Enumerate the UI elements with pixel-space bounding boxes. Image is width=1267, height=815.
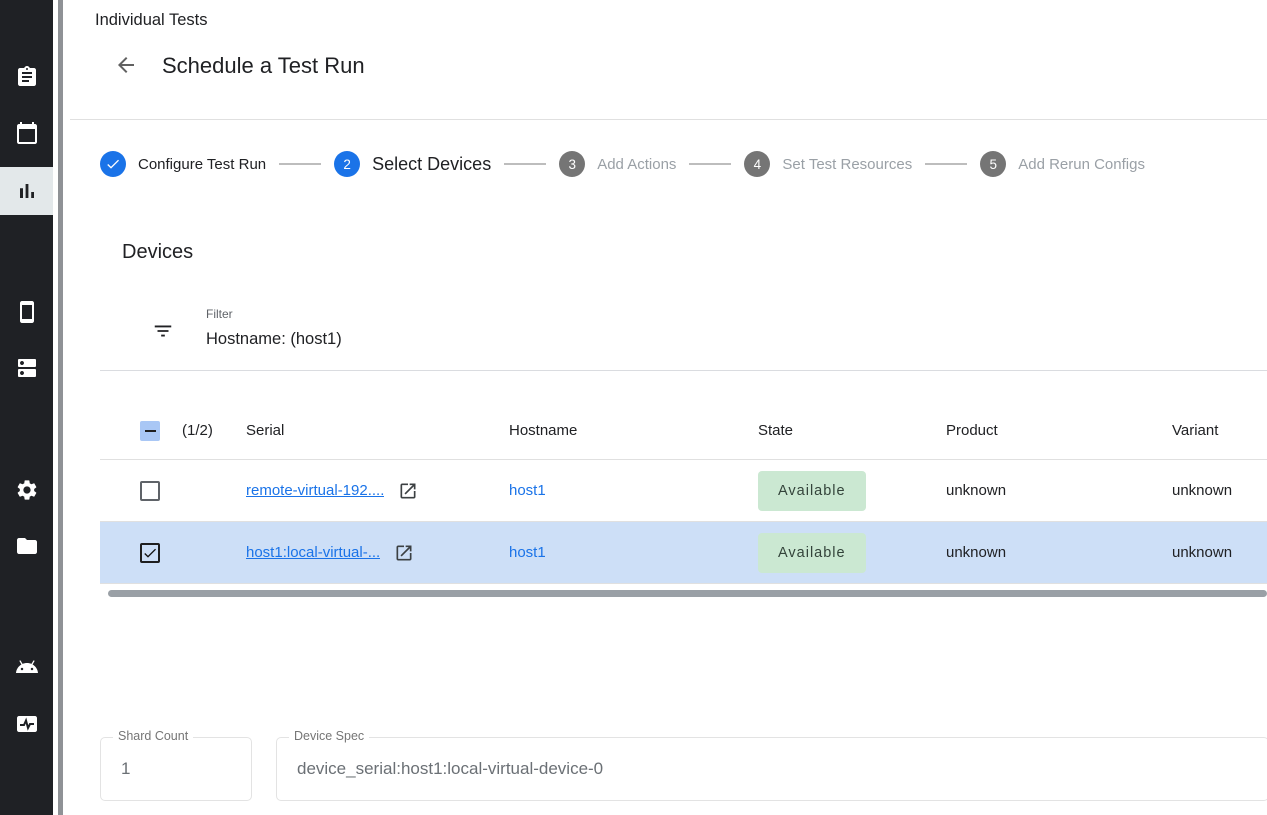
selection-count: (1/2): [182, 422, 246, 439]
stepper-step-configure-test-run[interactable]: Configure Test Run: [100, 151, 266, 177]
main-content: Individual Tests Schedule a Test Run Con…: [63, 0, 1267, 815]
calendar-icon: [15, 121, 39, 145]
filter-field-label: Filter: [206, 307, 233, 321]
device-product: unknown: [946, 482, 1172, 499]
state-badge: Available: [758, 533, 866, 573]
step-3-label: Add Actions: [597, 156, 676, 173]
select-all-checkbox[interactable]: [140, 421, 160, 441]
filter-input[interactable]: Hostname: (host1): [206, 330, 342, 349]
device-row-selected[interactable]: host1:local-virtual-... host1 Available …: [100, 522, 1267, 584]
stepper-step-add-rerun-configs[interactable]: 5 Add Rerun Configs: [980, 151, 1145, 177]
app-root: Individual Tests Schedule a Test Run Con…: [0, 0, 1267, 815]
sidebar-item-devices[interactable]: [0, 288, 53, 336]
device-hostname-link[interactable]: host1: [509, 544, 546, 561]
device-spec-input[interactable]: [277, 738, 1267, 800]
step-1-label: Configure Test Run: [138, 156, 266, 173]
vertical-scrollbar[interactable]: [58, 0, 63, 815]
step-4-indicator: 4: [744, 151, 770, 177]
filter-underline: [100, 370, 1267, 371]
sidebar-item-android[interactable]: [0, 643, 53, 691]
stepper-step-select-devices[interactable]: 2 Select Devices: [334, 151, 491, 177]
step-5-indicator: 5: [980, 151, 1006, 177]
sidebar-item-test-runs[interactable]: [0, 167, 53, 215]
step-2-label: Select Devices: [372, 154, 491, 175]
check-icon: [105, 156, 121, 172]
bar-chart-icon: [15, 179, 39, 203]
shard-count-field: Shard Count: [100, 737, 252, 801]
header-divider: [70, 119, 1267, 120]
shard-count-label: Shard Count: [113, 729, 193, 743]
column-header-product: Product: [946, 422, 1172, 439]
device-serial-link[interactable]: host1:local-virtual-...: [246, 544, 380, 561]
state-badge: Available: [758, 471, 866, 511]
step-4-label: Set Test Resources: [782, 156, 912, 173]
step-2-indicator: 2: [334, 151, 360, 177]
shard-count-input[interactable]: [101, 738, 251, 800]
devices-heading: Devices: [122, 241, 193, 264]
device-serial-link[interactable]: remote-virtual-192....: [246, 482, 384, 499]
row-checkbox[interactable]: [140, 481, 160, 501]
stepper-connector: [504, 163, 546, 165]
arrow-back-icon: [114, 53, 138, 77]
open-in-new-icon[interactable]: [394, 543, 414, 563]
device-variant: unknown: [1172, 482, 1267, 499]
stepper-connector: [279, 163, 321, 165]
stepper-connector: [925, 163, 967, 165]
sidebar: [0, 0, 53, 815]
dns-icon: [15, 356, 39, 380]
section-title: Individual Tests: [95, 11, 208, 30]
column-header-hostname: Hostname: [509, 422, 758, 439]
device-product: unknown: [946, 544, 1172, 561]
devices-table: (1/2) Serial Hostname State Product Vari…: [100, 402, 1267, 584]
column-header-serial: Serial: [246, 422, 509, 439]
gear-icon: [15, 478, 39, 502]
sidebar-item-file-browser[interactable]: [0, 522, 53, 570]
indeterminate-dash: [145, 430, 156, 432]
table-horizontal-scrollbar[interactable]: [108, 590, 1267, 597]
smartphone-icon: [15, 300, 39, 324]
check-icon: [142, 545, 158, 561]
stepper-step-set-test-resources[interactable]: 4 Set Test Resources: [744, 151, 912, 177]
folder-icon: [15, 534, 39, 558]
sidebar-item-plans[interactable]: [0, 109, 53, 157]
sidebar-item-hosts[interactable]: [0, 344, 53, 392]
device-row[interactable]: remote-virtual-192.... host1 Available u…: [100, 460, 1267, 522]
stepper: Configure Test Run 2 Select Devices 3 Ad…: [100, 139, 1267, 189]
monitor-icon: [15, 712, 39, 736]
android-icon: [15, 655, 39, 679]
step-5-label: Add Rerun Configs: [1018, 156, 1145, 173]
sidebar-item-monitoring[interactable]: [0, 700, 53, 748]
stepper-connector: [689, 163, 731, 165]
device-spec-label: Device Spec: [289, 729, 369, 743]
device-variant: unknown: [1172, 544, 1267, 561]
device-spec-field: Device Spec: [276, 737, 1267, 801]
table-header-row: (1/2) Serial Hostname State Product Vari…: [100, 402, 1267, 460]
open-in-new-icon[interactable]: [398, 481, 418, 501]
sidebar-item-settings[interactable]: [0, 466, 53, 514]
column-header-state: State: [758, 422, 946, 439]
page-heading: Schedule a Test Run: [162, 53, 365, 79]
row-checkbox-checked[interactable]: [140, 543, 160, 563]
stepper-step-add-actions[interactable]: 3 Add Actions: [559, 151, 676, 177]
filter-button[interactable]: [152, 320, 174, 347]
step-3-indicator: 3: [559, 151, 585, 177]
sidebar-item-tests[interactable]: [0, 53, 53, 101]
filter-list-icon: [152, 320, 174, 342]
step-1-indicator: [100, 151, 126, 177]
clipboard-icon: [15, 65, 39, 89]
device-hostname-link[interactable]: host1: [509, 482, 546, 499]
back-button[interactable]: [113, 52, 139, 78]
column-header-variant: Variant: [1172, 422, 1267, 439]
